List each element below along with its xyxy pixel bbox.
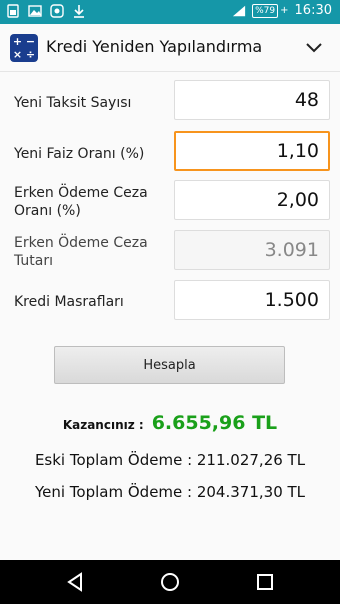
installments-label: Yeni Taksit Sayısı bbox=[14, 95, 132, 111]
installments-input[interactable] bbox=[174, 80, 330, 120]
gain-value: 6.655,96 TL bbox=[151, 412, 278, 434]
calculate-button[interactable]: Hesapla bbox=[54, 346, 285, 384]
new-total: Yeni Toplam Ödeme : 204.371,30 TL bbox=[34, 483, 306, 501]
charging-icon: + bbox=[280, 5, 289, 16]
interest-label: Yeni Faiz Oranı (%) bbox=[14, 146, 145, 162]
chevron-down-icon[interactable] bbox=[304, 38, 324, 58]
back-icon[interactable] bbox=[63, 570, 87, 594]
status-bar: %79 + 16:30 bbox=[0, 0, 340, 24]
app-bar: + − × ÷ Kredi Yeniden Yapılandırma bbox=[0, 24, 340, 72]
navigation-bar bbox=[0, 560, 340, 604]
penalty-rate-input[interactable] bbox=[174, 180, 330, 220]
home-icon[interactable] bbox=[158, 570, 182, 594]
notification-icons bbox=[6, 4, 86, 18]
battery-indicator: %79 bbox=[252, 3, 279, 18]
clock: 16:30 bbox=[294, 3, 332, 18]
penalty-amount-label: Erken Ödeme Ceza Tutarı bbox=[14, 235, 148, 269]
old-total: Eski Toplam Ödeme : 211.027,26 TL bbox=[34, 451, 306, 469]
fees-label: Kredi Masrafları bbox=[14, 294, 124, 310]
system-status: %79 + 16:30 bbox=[232, 3, 332, 18]
app-title: Kredi Yeniden Yapılandırma bbox=[46, 37, 263, 56]
fees-input[interactable] bbox=[174, 280, 330, 320]
gain-label: Kazancınız : bbox=[62, 418, 144, 432]
sim-icon bbox=[6, 4, 20, 18]
gain-line: Kazancınız : 6.655,96 TL bbox=[0, 412, 340, 434]
interest-input[interactable] bbox=[174, 131, 330, 171]
penalty-amount-field bbox=[174, 230, 330, 270]
app-notification-icon bbox=[50, 4, 64, 18]
calculator-icon: + − × ÷ bbox=[10, 34, 38, 62]
download-icon bbox=[72, 4, 86, 18]
recents-icon[interactable] bbox=[253, 570, 277, 594]
image-icon bbox=[28, 4, 42, 18]
penalty-rate-label: Erken Ödeme Ceza Oranı (%) bbox=[14, 185, 148, 219]
signal-icon bbox=[232, 4, 246, 18]
